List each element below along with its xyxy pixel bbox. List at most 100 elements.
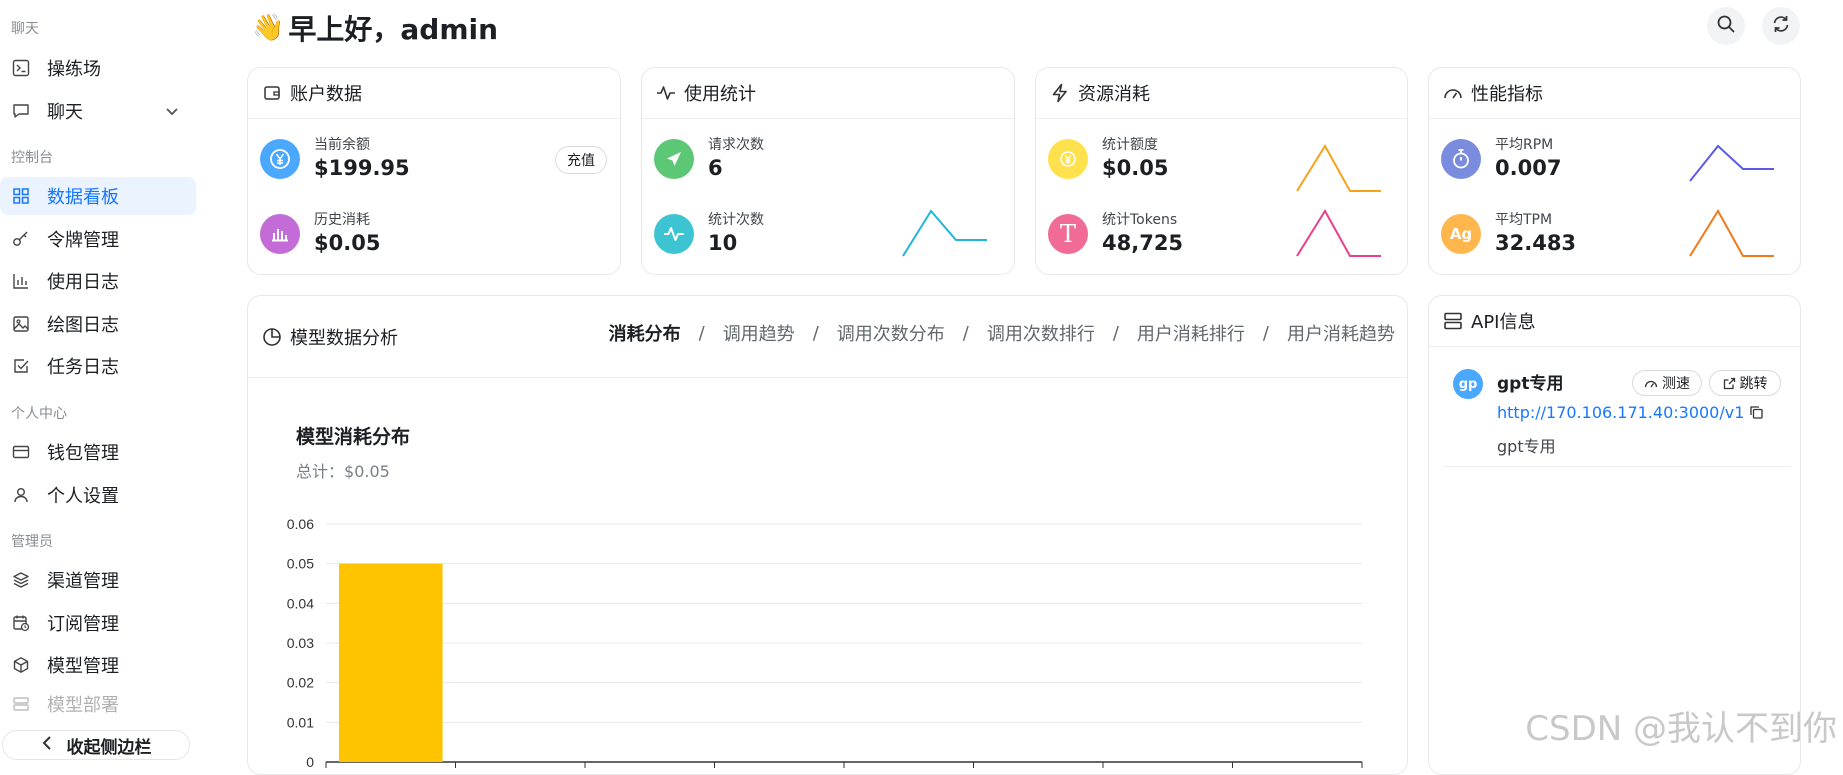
gauge-icon (1644, 377, 1658, 389)
yen-coin-icon (1048, 139, 1088, 179)
checkbox-icon (12, 357, 30, 375)
quota-label: 统计额度 (1102, 137, 1158, 153)
collapse-sidebar-button[interactable]: 收起侧边栏 (2, 730, 190, 760)
chevron-left-icon (41, 735, 53, 755)
card-header: 资源消耗 (1036, 68, 1407, 119)
balance-label: 当前余额 (314, 137, 370, 153)
sidebar-item-channels[interactable]: 渠道管理 (0, 561, 196, 599)
sidebar-item-wallet[interactable]: 钱包管理 (0, 433, 196, 471)
sidebar-item-model-deploy[interactable]: 模型部署 (0, 689, 196, 719)
sidebar-item-personal-settings[interactable]: 个人设置 (0, 476, 196, 514)
lightning-icon (1050, 83, 1070, 103)
sidebar-item-chat[interactable]: 聊天 (0, 92, 196, 130)
refresh-icon (1771, 14, 1791, 38)
sidebar-item-label: 绘图日志 (47, 315, 119, 336)
card-header: 使用统计 (642, 68, 1014, 119)
y-tick-label: 0.03 (287, 635, 314, 651)
pulse-icon (654, 214, 694, 254)
calendar-clock-icon (12, 614, 30, 632)
history-value: $0.05 (314, 231, 381, 255)
section-title-personal: 个人中心 (11, 406, 67, 422)
api-avatar: gp (1453, 369, 1483, 399)
sidebar-item-label: 模型管理 (47, 656, 119, 677)
recharge-button[interactable]: 充值 (555, 146, 607, 174)
y-tick-label: 0.04 (287, 595, 314, 611)
text-t-icon: T (1048, 214, 1088, 254)
sidebar-item-label: 操练场 (47, 59, 101, 80)
quota-sparkline (1296, 144, 1381, 192)
api-name: gpt专用 (1497, 374, 1564, 394)
card-title: 资源消耗 (1078, 84, 1150, 105)
api-url-row: http://170.106.171.40:3000/v1 (1497, 403, 1764, 422)
server-icon (12, 695, 30, 713)
sidebar-item-label: 个人设置 (47, 486, 119, 507)
balance-value: $199.95 (314, 156, 410, 180)
balance-stat: 当前余额 $199.95 (260, 137, 410, 181)
greeting: 👋 早上好，admin (252, 8, 498, 48)
stats-count-stat: 统计次数 10 (654, 212, 764, 256)
quota-value: $0.05 (1102, 156, 1169, 180)
card-header: API信息 (1429, 296, 1800, 347)
sidebar-item-playground[interactable]: 操练场 (0, 49, 196, 87)
search-icon (1716, 14, 1736, 38)
performance-metrics-card: 性能指标 平均RPM 0.007 Ag 平均TPM 32.483 (1428, 67, 1801, 275)
silver-ag-icon: Ag (1441, 214, 1481, 254)
requests-value: 6 (708, 156, 723, 180)
sidebar-item-drawing-logs[interactable]: 绘图日志 (0, 305, 196, 343)
sidebar-item-task-logs[interactable]: 任务日志 (0, 347, 196, 385)
sidebar-item-subscriptions[interactable]: 订阅管理 (0, 604, 196, 642)
search-button[interactable] (1707, 7, 1745, 45)
layers-icon (12, 571, 30, 589)
dashboard-grid-icon (12, 187, 30, 205)
y-tick-label: 0.06 (287, 516, 314, 532)
watermark: CSDN @我认不到你 (1525, 709, 1837, 749)
sidebar-item-label: 令牌管理 (47, 230, 119, 251)
requests-stat: 请求次数 6 (654, 137, 764, 181)
cube-icon (12, 656, 30, 674)
card-title: API信息 (1471, 312, 1536, 333)
section-title-chat: 聊天 (11, 21, 39, 37)
sidebar-item-usage-logs[interactable]: 使用日志 (0, 262, 196, 300)
rpm-value: 0.007 (1495, 156, 1562, 180)
tokens-sparkline (1296, 209, 1381, 257)
refresh-button[interactable] (1762, 7, 1800, 45)
card-header: 性能指标 (1429, 68, 1800, 119)
chat-bubble-icon (12, 102, 30, 120)
tokens-label: 统计Tokens (1102, 212, 1178, 228)
sidebar-item-label: 订阅管理 (47, 614, 119, 635)
usage-stats-card: 使用统计 请求次数 6 统计次数 10 (641, 67, 1015, 275)
tpm-stat: Ag 平均TPM 32.483 (1441, 212, 1576, 256)
server-icon (1443, 311, 1463, 331)
copy-icon[interactable] (1749, 405, 1764, 420)
y-tick-label: 0.02 (287, 675, 314, 691)
card-title: 账户数据 (290, 84, 362, 105)
card-title: 使用统计 (684, 84, 756, 105)
tokens-value: 48,725 (1102, 231, 1184, 255)
rpm-sparkline (1689, 144, 1774, 182)
history-consumption-stat: 历史消耗 $0.05 (260, 212, 380, 256)
model-analysis-panel: 模型数据分析 消耗分布 / 调用趋势 / 调用次数分布 / 调用次数排行 / 用户消耗排… (247, 295, 1408, 775)
sidebar-item-label: 钱包管理 (47, 443, 119, 464)
stats-value: 10 (708, 231, 738, 255)
tpm-label: 平均TPM (1495, 212, 1553, 228)
sidebar-item-models[interactable]: 模型管理 (0, 646, 196, 684)
sidebar-item-label: 使用日志 (47, 272, 119, 293)
collapse-sidebar-label: 收起侧边栏 (66, 737, 152, 758)
card-header: 账户数据 (248, 68, 620, 119)
sidebar-item-label: 聊天 (47, 102, 83, 123)
sidebar-item-dashboard[interactable]: 数据看板 (0, 177, 196, 215)
account-data-card: 账户数据 当前余额 $199.95 充值 历史消耗 $0.05 (247, 67, 621, 275)
jump-button[interactable]: 跳转 (1709, 370, 1781, 396)
stats-sparkline (902, 209, 987, 257)
bar[interactable] (338, 563, 443, 762)
tokens-stat: T 统计Tokens 48,725 (1048, 212, 1183, 256)
key-icon (12, 230, 30, 248)
chevron-down-icon[interactable] (164, 103, 180, 123)
api-url-link[interactable]: http://170.106.171.40:3000/v1 (1497, 403, 1744, 422)
sidebar-item-tokens[interactable]: 令牌管理 (0, 220, 196, 258)
speedtest-button[interactable]: 测速 (1632, 370, 1702, 396)
card-title: 性能指标 (1471, 84, 1543, 105)
y-tick-label: 0 (306, 754, 314, 770)
external-link-icon (1723, 377, 1736, 390)
sidebar-item-label: 模型部署 (47, 695, 119, 716)
